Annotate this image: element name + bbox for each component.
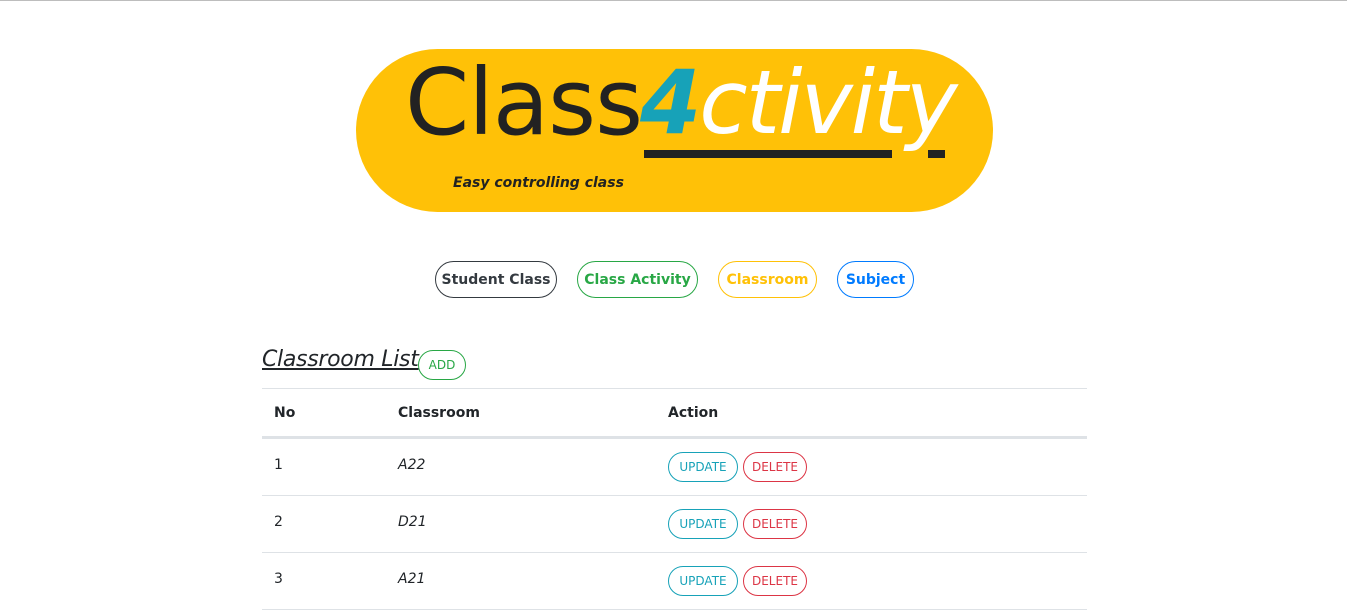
logo-tagline: Easy controlling class [453, 175, 624, 191]
logo-underline-end [928, 150, 945, 158]
row-number: 2 [274, 514, 283, 530]
logo-text-class: Class [405, 49, 643, 156]
delete-button[interactable]: DELETE [743, 566, 807, 596]
top-border [0, 0, 1347, 1]
logo-text-ctivity: ctivity [699, 51, 957, 154]
row-actions: UPDATE DELETE [668, 566, 807, 596]
update-button[interactable]: UPDATE [668, 452, 738, 482]
row-actions: UPDATE DELETE [668, 509, 807, 539]
app-logo: Class 4ctivity Easy controlling class [356, 49, 993, 212]
row-number: 1 [274, 457, 283, 473]
row-number: 3 [274, 571, 283, 587]
header-classroom: Classroom [398, 405, 480, 421]
nav-classroom-button[interactable]: Classroom [718, 261, 817, 298]
table-row: 2 D21 UPDATE DELETE [262, 495, 1087, 552]
logo-text-activity: 4ctivity [640, 59, 958, 147]
update-button[interactable]: UPDATE [668, 566, 738, 596]
header-no: No [274, 405, 296, 421]
nav-subject-button[interactable]: Subject [837, 261, 914, 298]
main-nav: Student Class Class Activity Classroom S… [0, 261, 1347, 298]
table-bottom-border [262, 609, 1087, 610]
table-header-row: No Classroom Action [262, 388, 1087, 438]
classroom-table: No Classroom Action 1 A22 UPDATE DELETE … [262, 388, 1087, 610]
add-classroom-button[interactable]: ADD [418, 350, 466, 380]
nav-student-class-button[interactable]: Student Class [435, 261, 557, 298]
table-row: 1 A22 UPDATE DELETE [262, 438, 1087, 495]
row-classroom: A22 [398, 457, 426, 473]
row-actions: UPDATE DELETE [668, 452, 807, 482]
logo-digit-four: 4 [640, 51, 701, 154]
delete-button[interactable]: DELETE [743, 452, 807, 482]
update-button[interactable]: UPDATE [668, 509, 738, 539]
header-action: Action [668, 405, 719, 421]
row-classroom: A21 [398, 571, 426, 587]
page-title: Classroom List [262, 347, 419, 372]
delete-button[interactable]: DELETE [743, 509, 807, 539]
table-row: 3 A21 UPDATE DELETE [262, 552, 1087, 609]
logo-underline [644, 150, 892, 158]
row-classroom: D21 [398, 514, 427, 530]
nav-class-activity-button[interactable]: Class Activity [577, 261, 698, 298]
